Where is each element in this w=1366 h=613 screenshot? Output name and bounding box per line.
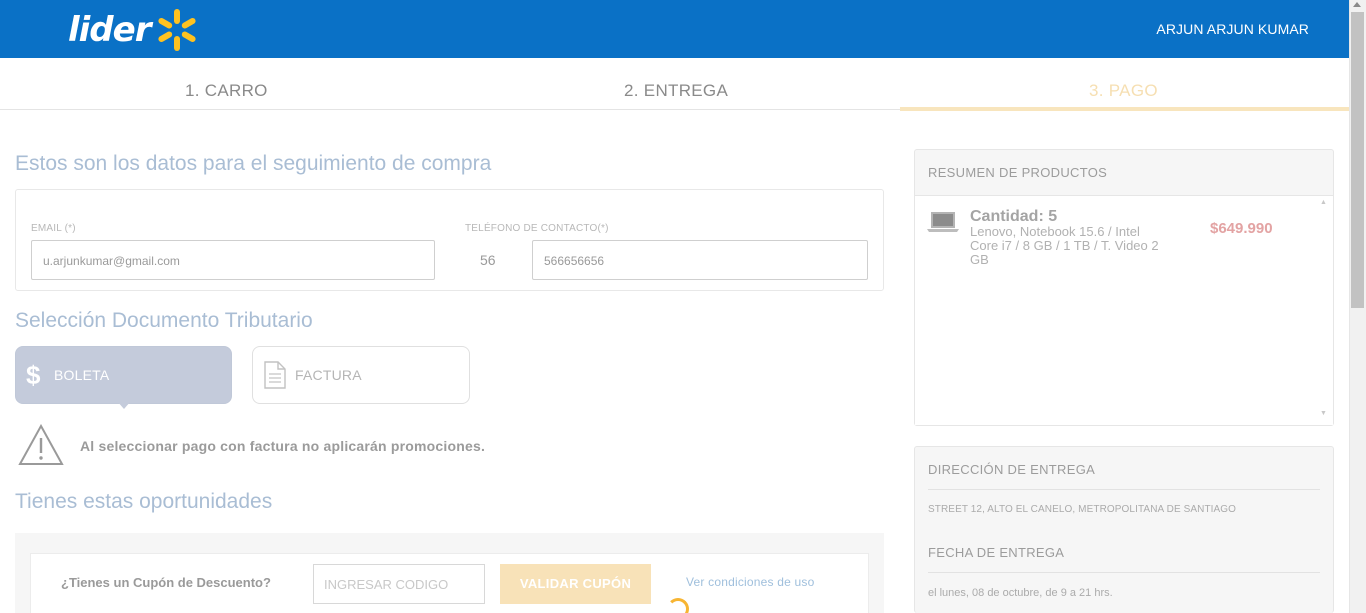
coupon-code-input[interactable]: INGRESAR CODIGO (313, 564, 485, 604)
checkout-steps: 1. CARRO 2. ENTREGA 3. PAGO (0, 58, 1350, 111)
laptop-thumbnail-icon (927, 212, 959, 232)
scroll-up-arrow-icon[interactable] (1353, 2, 1361, 7)
boleta-label: BOLETA (54, 367, 110, 383)
list-scroll-down-icon[interactable]: ▼ (1320, 410, 1327, 417)
phone-prefix: 56 (480, 252, 496, 268)
tax-document-title: Selección Documento Tributario (15, 309, 313, 332)
product-price: $649.990 (1210, 220, 1273, 237)
list-scroll-up-icon[interactable]: ▲ (1320, 199, 1327, 206)
document-icon (264, 361, 286, 389)
warning-row (18, 424, 64, 466)
divider (928, 572, 1320, 573)
logo-text: lider (68, 10, 151, 50)
warning-text: Al seleccionar pago con factura no aplic… (80, 438, 486, 454)
email-field[interactable]: u.arjunkumar@gmail.com (31, 240, 435, 280)
scrollbar-thumb[interactable] (1351, 12, 1364, 308)
phone-field[interactable]: 566656656 (532, 240, 868, 280)
dollar-icon: $ (26, 359, 41, 390)
delivery-date: el lunes, 08 de octubre, de 9 a 21 hrs. (928, 587, 1113, 599)
factura-button[interactable]: FACTURA (252, 346, 470, 404)
lider-logo[interactable]: lider (68, 8, 200, 52)
spark-icon (154, 7, 200, 53)
warning-icon (18, 424, 64, 465)
boleta-button[interactable]: $ BOLETA (15, 346, 232, 404)
user-menu[interactable]: ARJUN ARJUN KUMAR (1156, 21, 1309, 37)
validate-coupon-button[interactable]: VALIDAR CUPÓN (500, 564, 651, 604)
step-pago: 3. PAGO (1089, 81, 1158, 100)
date-title: FECHA DE ENTREGA (928, 545, 1065, 560)
opportunities-title: Tienes estas oportunidades (15, 490, 273, 513)
email-label: EMAIL (*) (31, 223, 76, 234)
divider (928, 489, 1320, 490)
active-step-indicator (900, 107, 1350, 111)
phone-label: TELÉFONO DE CONTACTO(*) (465, 223, 609, 234)
conditions-link[interactable]: Ver condiciones de uso (686, 575, 814, 589)
address-title: DIRECCIÓN DE ENTREGA (928, 462, 1096, 477)
product-description: Lenovo, Notebook 15.6 / Intel Core i7 / … (970, 224, 1159, 267)
summary-title: RESUMEN DE PRODUCTOS (928, 165, 1108, 180)
tracking-title: Estos son los datos para el seguimiento … (15, 152, 492, 175)
loading-spinner-icon (667, 598, 689, 613)
coupon-question: ¿Tienes un Cupón de Descuento? (61, 575, 271, 590)
factura-label: FACTURA (295, 367, 362, 383)
delivery-address: STREET 12, ALTO EL CANELO, METROPOLITANA… (928, 504, 1237, 515)
top-header: lider ARJUN ARJUN KUMAR (0, 0, 1366, 58)
step-entrega[interactable]: 2. ENTREGA (624, 81, 728, 101)
step-carro[interactable]: 1. CARRO (185, 81, 268, 101)
selected-pointer (117, 401, 131, 409)
